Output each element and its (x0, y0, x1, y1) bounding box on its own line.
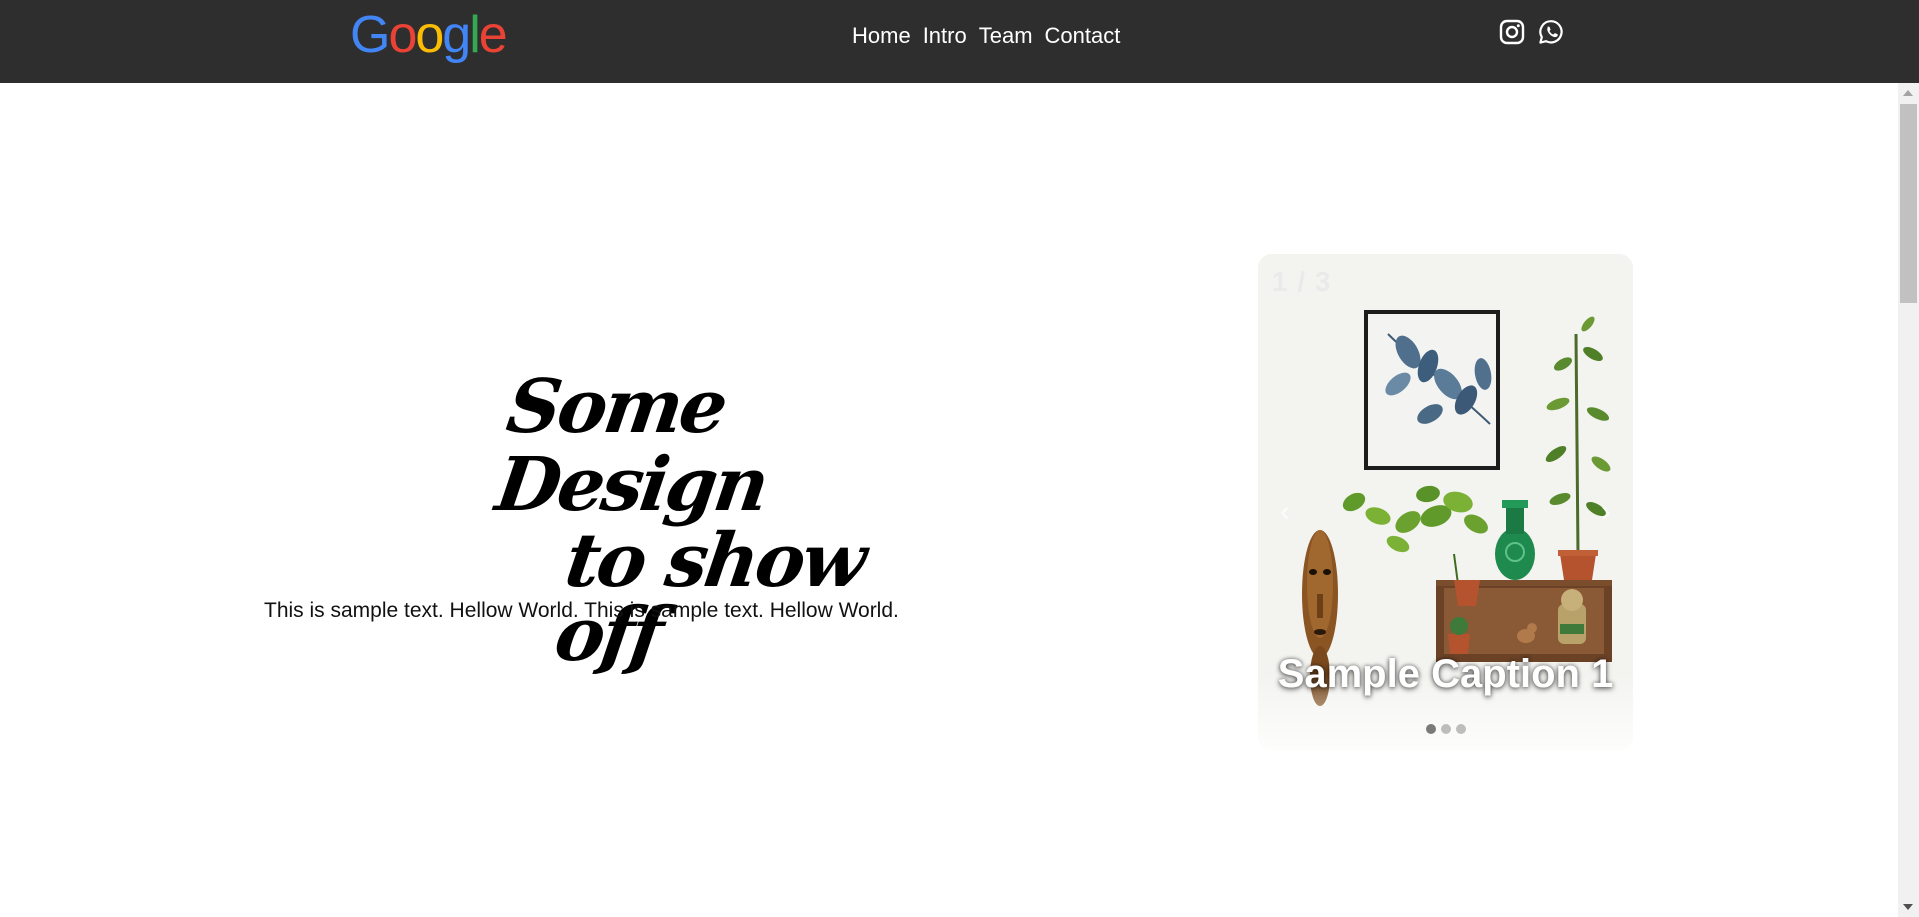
logo-letter: o (388, 6, 417, 64)
carousel-indicators (1258, 724, 1633, 734)
carousel-dot-1[interactable] (1425, 724, 1436, 734)
carousel-prev-button[interactable]: ‹ (1270, 492, 1300, 532)
hero-title-line1: Some Design (490, 364, 772, 528)
nav-intro-link[interactable]: Intro (923, 22, 967, 50)
logo-letter: e (478, 6, 508, 64)
google-logo[interactable]: Google (350, 6, 508, 64)
nav-team-link[interactable]: Team (979, 22, 1033, 50)
logo-letter: G (350, 6, 390, 64)
main-nav: Home Intro Team Contact (852, 22, 1120, 50)
chevron-right-icon: › (1601, 495, 1611, 528)
hero-title: Some Design to show off (471, 364, 954, 678)
logo-letter: g (442, 6, 471, 64)
carousel-dot-3[interactable] (1455, 724, 1466, 734)
page: Google Home Intro Team Contact Some Desi… (0, 0, 1919, 917)
scrollbar-thumb[interactable] (1900, 104, 1917, 303)
carousel-next-button[interactable]: › (1591, 492, 1621, 532)
image-carousel: 1 / 3 ‹ › Sample Caption 1 (1258, 254, 1633, 750)
slide-caption: Sample Caption 1 (1277, 652, 1614, 696)
logo-letter: l (469, 6, 480, 64)
top-navbar: Google Home Intro Team Contact (0, 0, 1919, 83)
instagram-icon[interactable] (1498, 18, 1526, 46)
nav-contact-link[interactable]: Contact (1045, 22, 1121, 50)
whatsapp-icon[interactable] (1537, 18, 1565, 46)
chevron-left-icon: ‹ (1280, 495, 1290, 528)
page-scrollbar[interactable] (1898, 83, 1919, 917)
carousel-dot-2[interactable] (1440, 724, 1451, 734)
social-links (1498, 18, 1565, 46)
scroll-down-arrow-icon[interactable] (1903, 904, 1913, 910)
logo-letter: o (415, 6, 444, 64)
slide-counter: 1 / 3 (1272, 266, 1332, 297)
hero-text: This is sample text. Hellow World. This … (264, 599, 899, 622)
nav-home-link[interactable]: Home (852, 22, 911, 50)
scroll-up-arrow-icon[interactable] (1903, 90, 1913, 96)
